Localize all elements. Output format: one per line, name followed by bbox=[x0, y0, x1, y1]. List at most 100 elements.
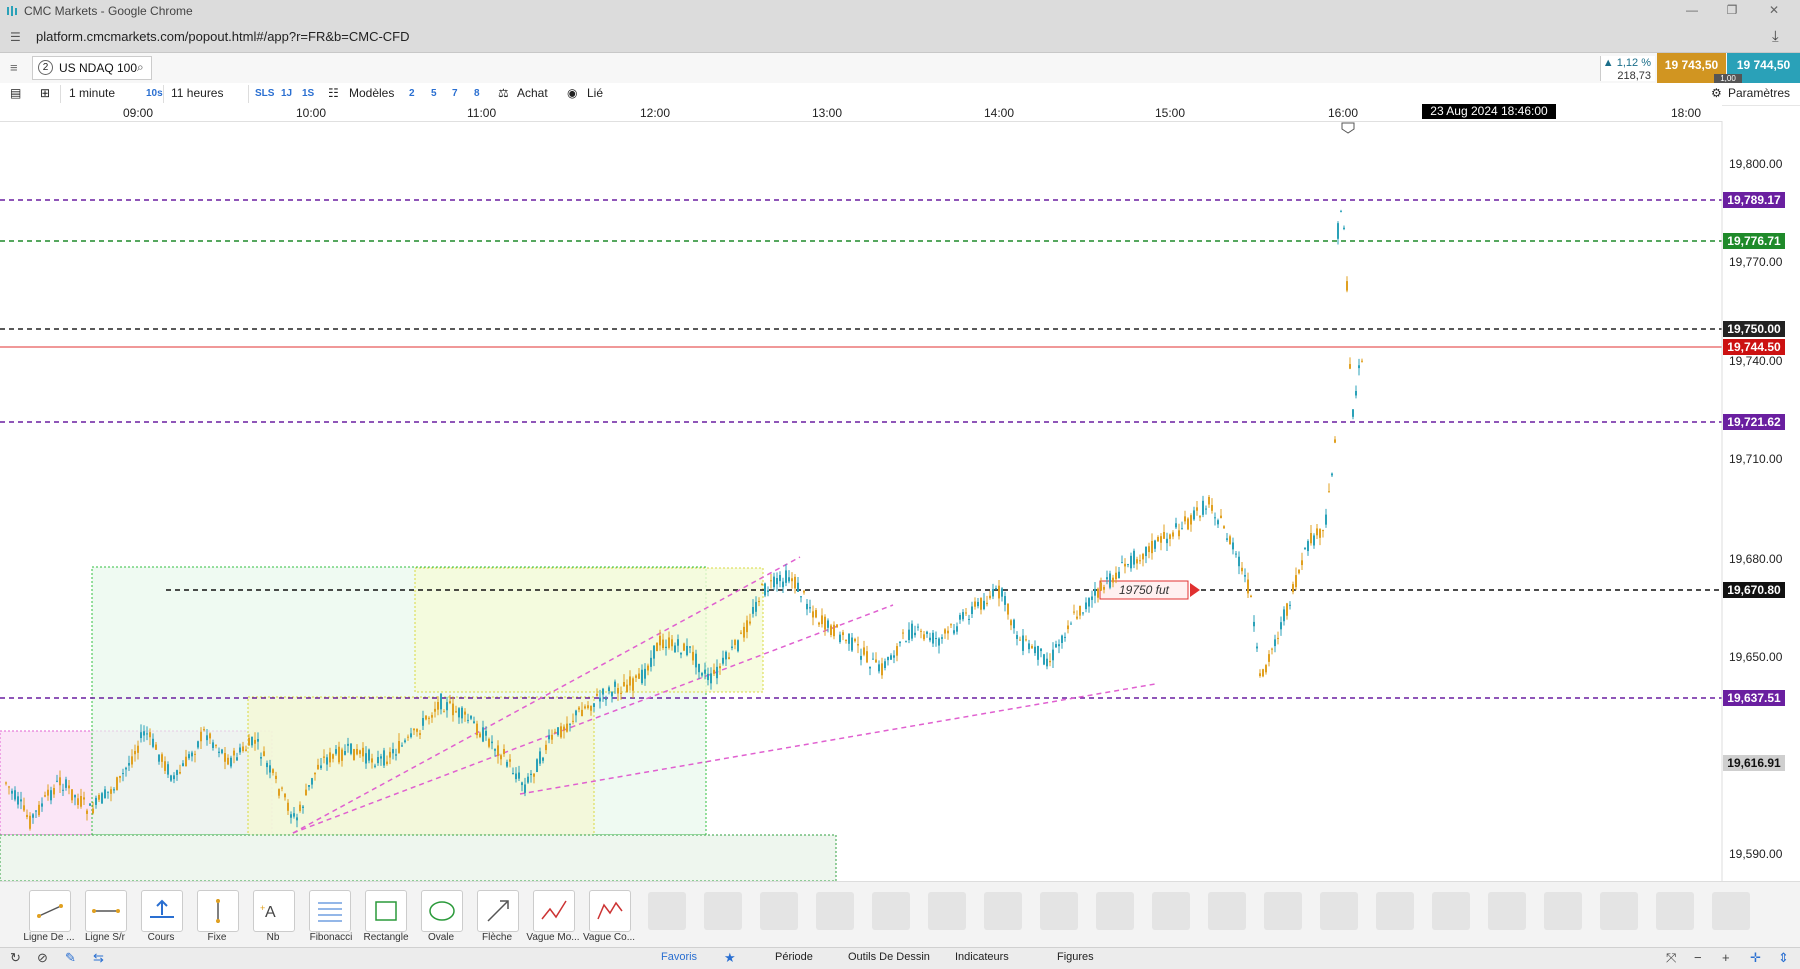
pencil-icon[interactable]: ✎ bbox=[65, 950, 76, 966]
model-slot-5[interactable]: 5 bbox=[431, 88, 437, 99]
empty-slot[interactable] bbox=[648, 892, 686, 930]
empty-slot[interactable] bbox=[1264, 892, 1302, 930]
empty-slot[interactable] bbox=[1488, 892, 1526, 930]
candle-body bbox=[989, 595, 991, 599]
empty-slot[interactable] bbox=[984, 892, 1022, 930]
empty-slot[interactable] bbox=[1096, 892, 1134, 930]
price-tag[interactable]: 19,616.91 bbox=[1723, 755, 1785, 771]
chart-canvas[interactable]: 19750 fut bbox=[0, 121, 1800, 881]
empty-slot[interactable] bbox=[1600, 892, 1638, 930]
candle-body bbox=[449, 701, 451, 704]
price-tag[interactable]: 19,721.62 bbox=[1723, 414, 1785, 430]
candle-body bbox=[722, 657, 724, 664]
empty-slot[interactable] bbox=[872, 892, 910, 930]
search-icon[interactable]: ⌕ bbox=[137, 60, 144, 75]
corrective-wave-tool[interactable] bbox=[589, 890, 631, 932]
empty-slot[interactable] bbox=[816, 892, 854, 930]
empty-slot[interactable] bbox=[1432, 892, 1470, 930]
price-tag[interactable]: 19,637.51 bbox=[1723, 690, 1785, 706]
instrument-tab[interactable]: 2 US NDAQ 100 ⌕ bbox=[32, 56, 152, 80]
interval-select[interactable]: 1 minute bbox=[69, 86, 115, 100]
candle-body bbox=[149, 732, 151, 738]
arrow-tool[interactable] bbox=[477, 890, 519, 932]
empty-slot[interactable] bbox=[1376, 892, 1414, 930]
models-icon[interactable]: ☷ bbox=[328, 86, 339, 100]
zone-green-bottom[interactable] bbox=[0, 834, 837, 881]
fibonacci-tool[interactable] bbox=[309, 890, 351, 932]
expand-icon[interactable]: ⇕ bbox=[1778, 950, 1789, 966]
layout-icon[interactable]: ⊞ bbox=[40, 86, 50, 100]
tab-figures[interactable]: Figures bbox=[1057, 951, 1094, 963]
zoom-fit-icon[interactable]: ⤧ bbox=[1666, 950, 1676, 966]
empty-slot[interactable] bbox=[760, 892, 798, 930]
price-tag[interactable]: 19,750.00 bbox=[1723, 321, 1785, 337]
buy-toggle[interactable]: Achat bbox=[517, 86, 548, 100]
crosshair-icon[interactable]: ✛ bbox=[1750, 950, 1761, 966]
model-slot-7[interactable]: 7 bbox=[452, 88, 458, 99]
empty-slot[interactable] bbox=[1208, 892, 1246, 930]
candle-body bbox=[998, 585, 1000, 599]
linked-toggle[interactable]: Lié bbox=[587, 86, 603, 100]
empty-slot[interactable] bbox=[1320, 892, 1358, 930]
settings-icon[interactable]: ⚙ bbox=[1711, 86, 1722, 100]
empty-slot[interactable] bbox=[704, 892, 742, 930]
zoom-out-icon[interactable]: − bbox=[1694, 950, 1702, 965]
minimize-icon[interactable]: — bbox=[1682, 3, 1702, 17]
candle-body bbox=[761, 584, 763, 586]
trend-line-tool[interactable] bbox=[29, 890, 71, 932]
quick-interval-10s[interactable]: 10s bbox=[146, 88, 163, 99]
quick-interval-1s[interactable]: 1S bbox=[302, 88, 314, 99]
settings-button[interactable]: Paramètres bbox=[1728, 86, 1790, 100]
horizontal-line-tool[interactable] bbox=[85, 890, 127, 932]
models-button[interactable]: Modèles bbox=[349, 86, 394, 100]
empty-slot[interactable] bbox=[1544, 892, 1582, 930]
candle-body bbox=[1262, 669, 1264, 677]
candle-body bbox=[131, 756, 133, 765]
menu-icon[interactable]: ≡ bbox=[10, 60, 18, 75]
text-tool[interactable]: A + bbox=[253, 890, 295, 932]
price-line-tool[interactable] bbox=[141, 890, 183, 932]
site-info-icon[interactable]: ☰ bbox=[10, 30, 21, 44]
candle-body bbox=[233, 750, 235, 756]
chart-list-icon[interactable]: ▤ bbox=[10, 86, 21, 100]
download-icon[interactable]: ⤓ bbox=[1772, 28, 1779, 45]
buy-scale-icon[interactable]: ⚖ bbox=[498, 86, 509, 100]
candle-body bbox=[296, 817, 298, 821]
price-tag[interactable]: 19,776.71 bbox=[1723, 233, 1785, 249]
candle-body bbox=[1112, 577, 1114, 583]
span-select[interactable]: 11 heures bbox=[171, 86, 223, 100]
empty-slot[interactable] bbox=[928, 892, 966, 930]
eye-icon[interactable]: ◉ bbox=[567, 86, 577, 100]
model-slot-8[interactable]: 8 bbox=[474, 88, 480, 99]
empty-slot[interactable] bbox=[1712, 892, 1750, 930]
tab-outils-de-dessin[interactable]: Outils De Dessin bbox=[848, 951, 930, 963]
tool-label: Ligne De ... bbox=[23, 932, 75, 943]
price-tag[interactable]: 19,670.80 bbox=[1723, 582, 1785, 598]
refresh-icon[interactable]: ↻ bbox=[10, 950, 21, 966]
vertical-line-tool[interactable] bbox=[197, 890, 239, 932]
model-slot-2[interactable]: 2 bbox=[409, 88, 415, 99]
empty-slot[interactable] bbox=[1656, 892, 1694, 930]
zone-yellow-lower[interactable] bbox=[247, 696, 595, 836]
price-tag[interactable]: 19,789.17 bbox=[1723, 192, 1785, 208]
empty-slot[interactable] bbox=[1040, 892, 1078, 930]
close-icon[interactable]: ✕ bbox=[1764, 3, 1784, 17]
wave-tool[interactable] bbox=[533, 890, 575, 932]
rectangle-tool[interactable] bbox=[365, 890, 407, 932]
cancel-icon[interactable]: ⊘ bbox=[37, 950, 48, 966]
candle-body bbox=[707, 673, 709, 681]
star-icon[interactable]: ★ bbox=[724, 950, 736, 966]
url-field[interactable]: platform.cmcmarkets.com/popout.html#/app… bbox=[36, 29, 410, 44]
quick-interval-1j[interactable]: 1J bbox=[281, 88, 292, 99]
tab-favoris[interactable]: Favoris bbox=[661, 951, 697, 963]
restore-icon[interactable]: ❐ bbox=[1722, 3, 1742, 17]
cursor-icon[interactable]: ⇆ bbox=[93, 950, 104, 966]
price-chart[interactable]: 19750 fut 19,800.00 19,770.00 19,740.00 … bbox=[0, 121, 1800, 881]
empty-slot[interactable] bbox=[1152, 892, 1190, 930]
tab-periode[interactable]: Période bbox=[775, 951, 813, 963]
candle-body bbox=[902, 632, 904, 634]
zoom-in-icon[interactable]: + bbox=[1722, 950, 1730, 965]
tab-indicateurs[interactable]: Indicateurs bbox=[955, 951, 1009, 963]
quick-interval-sls[interactable]: SLS bbox=[255, 88, 274, 99]
oval-tool[interactable] bbox=[421, 890, 463, 932]
